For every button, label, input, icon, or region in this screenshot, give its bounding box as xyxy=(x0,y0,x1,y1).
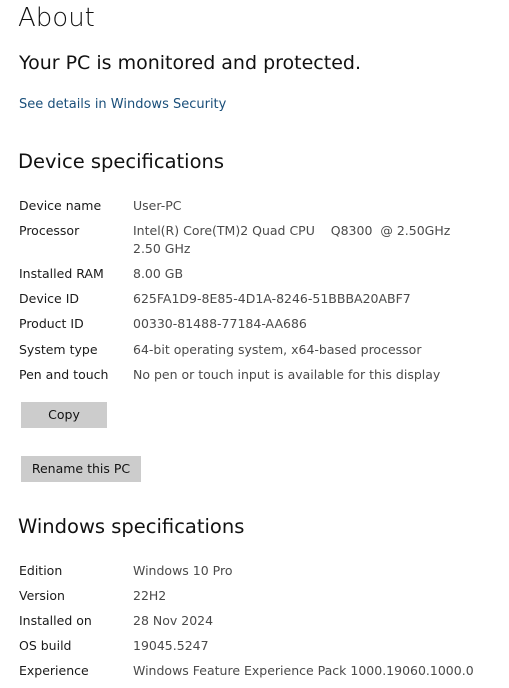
spec-label: Installed on xyxy=(19,613,92,628)
spec-label: Version xyxy=(19,588,65,603)
spec-value: 8.00 GB xyxy=(133,266,184,281)
windows-security-link[interactable]: See details in Windows Security xyxy=(19,96,226,114)
spec-value: 28 Nov 2024 xyxy=(133,613,214,628)
spec-label: Edition xyxy=(19,563,63,578)
spec-label: Experience xyxy=(19,663,89,678)
spec-label: Pen and touch xyxy=(19,367,109,382)
spec-value: 64-bit operating system, x64-based proce… xyxy=(133,342,422,357)
copy-button[interactable]: Copy xyxy=(21,402,107,428)
spec-value: Windows Feature Experience Pack 1000.190… xyxy=(133,663,474,678)
spec-label: System type xyxy=(19,342,98,357)
spec-value: 19045.5247 xyxy=(133,638,209,653)
spec-label: Processor xyxy=(19,223,80,238)
spec-value: Intel(R) Core(TM)2 Quad CPU Q8300 @ 2.50… xyxy=(133,223,451,256)
spec-label: Product ID xyxy=(19,316,84,331)
spec-label: OS build xyxy=(19,638,72,653)
spec-value: User-PC xyxy=(133,198,182,213)
windows-specs-heading: Windows specifications xyxy=(18,515,245,538)
spec-label: Installed RAM xyxy=(19,266,104,281)
spec-value: 22H2 xyxy=(133,588,167,603)
rename-pc-button[interactable]: Rename this PC xyxy=(21,456,141,482)
spec-value: No pen or touch input is available for t… xyxy=(133,367,441,382)
spec-label: Device name xyxy=(19,198,102,213)
page-title: About xyxy=(18,3,95,33)
spec-value: 625FA1D9-8E85-4D1A-8246-51BBBA20ABF7 xyxy=(133,291,411,306)
spec-value: 00330-81488-77184-AA686 xyxy=(133,316,307,331)
spec-label: Device ID xyxy=(19,291,80,306)
device-specs-heading: Device specifications xyxy=(18,150,225,173)
spec-value: Windows 10 Pro xyxy=(133,563,233,578)
protection-status-text: Your PC is monitored and protected. xyxy=(19,52,361,74)
